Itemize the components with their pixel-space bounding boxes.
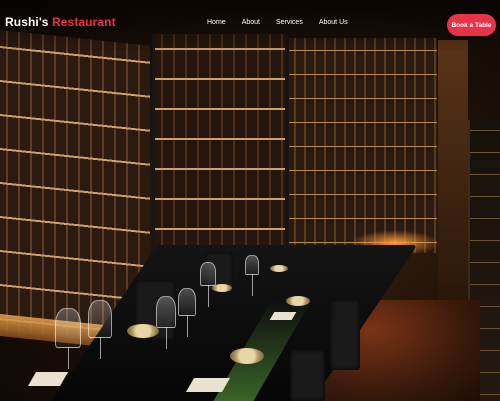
nav-link-about-us[interactable]: About Us [319, 19, 348, 26]
plate [230, 348, 264, 364]
chair [330, 300, 360, 370]
wine-glass [156, 296, 176, 349]
book-table-button[interactable]: Book a Table [447, 14, 496, 36]
plate [286, 296, 310, 306]
back-wall [438, 40, 468, 300]
napkin [269, 312, 297, 320]
nav-link-home[interactable]: Home [207, 19, 226, 26]
chair [290, 350, 325, 401]
wine-glass [178, 288, 196, 337]
wine-rack-center [152, 34, 288, 270]
wine-glass [200, 262, 216, 307]
plate [270, 265, 288, 272]
nav-link-services[interactable]: Services [276, 19, 303, 26]
wine-glass [245, 255, 259, 296]
plate [127, 324, 159, 338]
wine-rack-right [286, 38, 437, 253]
brand-accent: Restaurant [52, 15, 116, 29]
wine-glass [55, 308, 81, 369]
brand-logo[interactable]: Rushi's Restaurant [5, 15, 116, 29]
wine-glass [88, 300, 112, 359]
nav-links: Home About Services About Us [207, 19, 364, 26]
navbar: Rushi's Restaurant Home About Services A… [0, 0, 500, 50]
hero-background-image [0, 0, 500, 401]
nav-link-about[interactable]: About [242, 19, 260, 26]
brand-name: Rushi's [5, 15, 49, 29]
